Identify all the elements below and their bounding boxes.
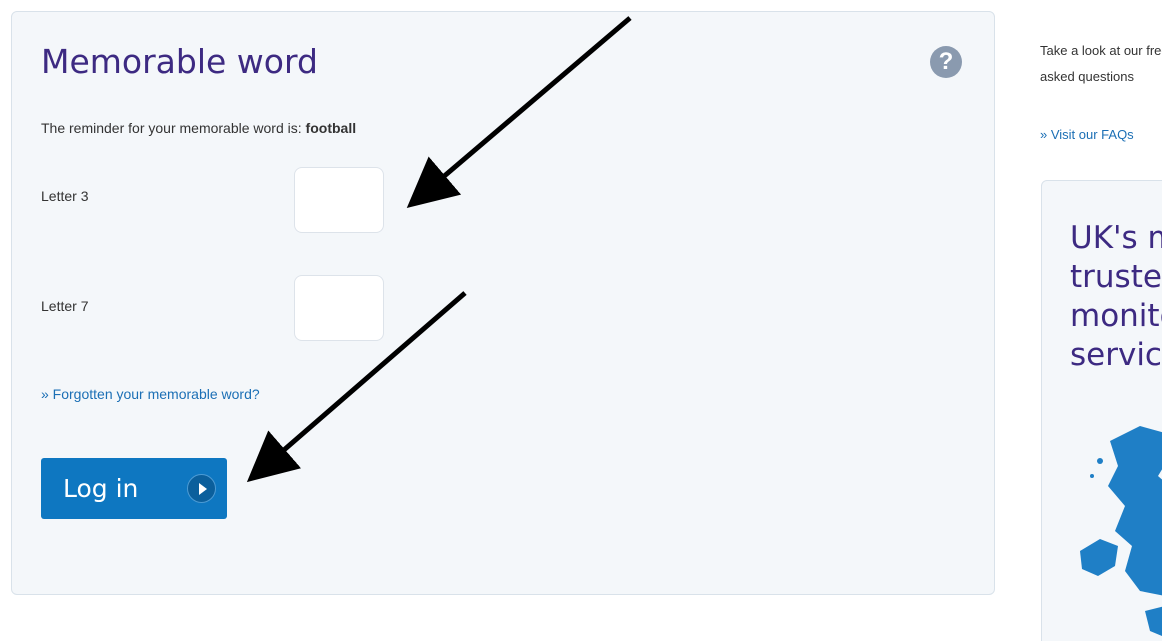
forgot-memorable-word-link[interactable]: » Forgotten your memorable word? xyxy=(41,386,260,402)
visit-faqs-link[interactable]: » Visit our FAQs xyxy=(1040,127,1134,142)
uk-map-icon xyxy=(1080,426,1162,636)
letter-7-input[interactable] xyxy=(294,275,384,341)
faq-text: Take a look at our frequently asked ques… xyxy=(1040,43,1162,84)
sidebar: Take a look at our frequently asked ques… xyxy=(1006,0,1162,641)
login-button[interactable]: Log in xyxy=(41,458,227,519)
reminder-word: football xyxy=(305,120,357,136)
letter-3-label: Letter 3 xyxy=(41,188,89,204)
help-icon[interactable]: ? xyxy=(930,46,962,78)
promo-panel: UK's most trusted monitoring service xyxy=(1041,180,1162,641)
login-button-label: Log in xyxy=(63,474,139,503)
letter-3-input[interactable] xyxy=(294,167,384,233)
promo-title: UK's most trusted monitoring service xyxy=(1070,220,1162,373)
memorable-word-panel: Memorable word ? The reminder for your m… xyxy=(11,11,995,595)
play-arrow-icon xyxy=(187,474,216,503)
reminder-text: The reminder for your memorable word is:… xyxy=(41,120,356,136)
reminder-prefix: The reminder for your memorable word is: xyxy=(41,120,306,136)
letter-7-label: Letter 7 xyxy=(41,298,89,314)
page-title: Memorable word xyxy=(41,42,318,81)
